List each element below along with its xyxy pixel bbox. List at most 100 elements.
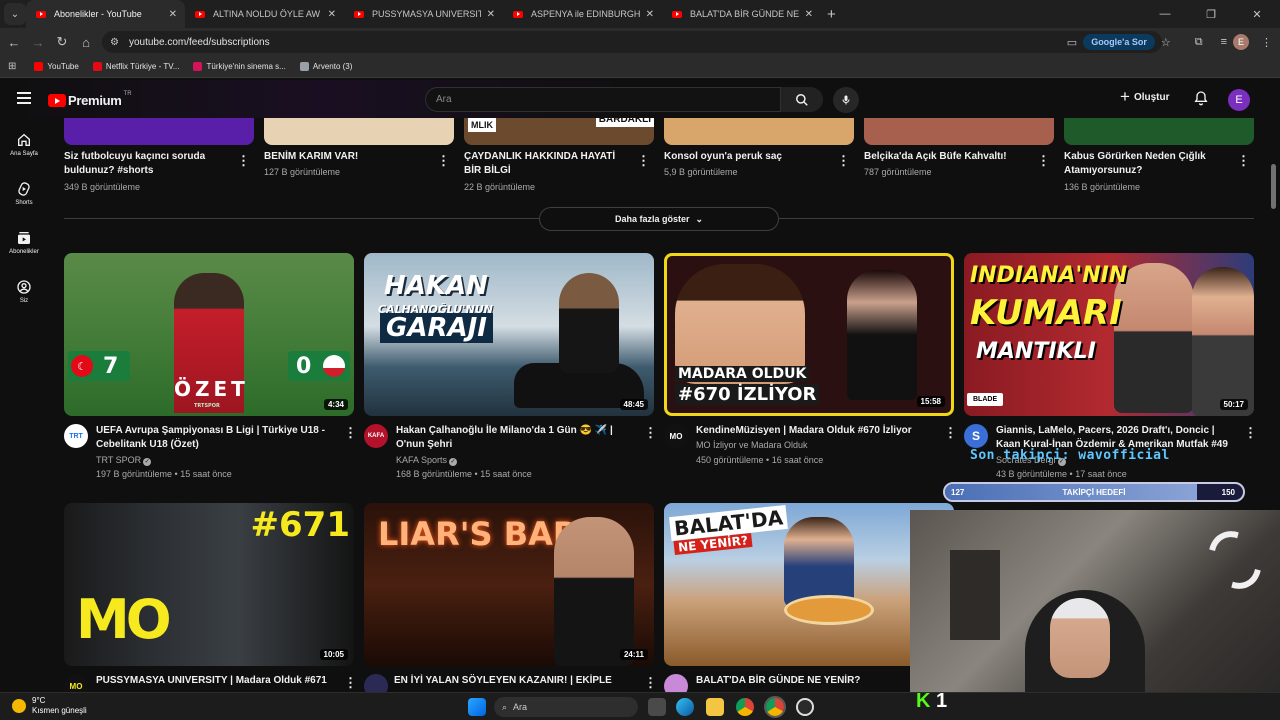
video-thumbnail[interactable]: ☾ 7 0 ÖZET TRTSPOR 4:34 — [64, 253, 354, 416]
new-tab-icon[interactable]: + — [827, 6, 836, 23]
edge-icon[interactable] — [676, 698, 694, 716]
site-info-icon[interactable]: ⚙ — [110, 37, 119, 48]
address-bar[interactable]: ⚙ youtube.com/feed/subscriptions — [102, 31, 1162, 53]
channel-avatar[interactable]: MO — [664, 424, 688, 448]
search-input[interactable]: Ara — [425, 87, 781, 112]
obs-icon[interactable] — [796, 698, 814, 716]
short-thumbnail[interactable] — [1064, 118, 1254, 145]
browser-tab[interactable]: ALTINA NOLDU ÖYLE AW | Kan ✕ — [185, 0, 344, 28]
channel-avatar[interactable]: S — [964, 424, 988, 448]
sidebar-item-shorts[interactable]: Shorts — [0, 181, 48, 206]
video-thumbnail[interactable]: LIAR'S BAR 24:11 — [364, 503, 654, 666]
short-thumbnail[interactable] — [64, 118, 254, 145]
maximize-icon[interactable]: ❐ — [1188, 8, 1234, 21]
youtube-premium-logo[interactable]: Premium TR — [48, 91, 132, 108]
video-menu-icon[interactable]: ⋮ — [1244, 426, 1257, 439]
apps-grid-icon[interactable]: ⊞ — [8, 61, 16, 72]
windows-start-icon[interactable] — [468, 698, 486, 716]
cast-icon[interactable]: ▭ — [1067, 36, 1077, 49]
video-thumbnail[interactable]: MADARA OLDUK #670 İZLİYOR 15:58 — [664, 253, 954, 416]
google-sor-button[interactable]: Google'a Sor — [1083, 34, 1155, 50]
video-menu-icon[interactable]: ⋮ — [344, 676, 357, 689]
account-avatar[interactable]: E — [1228, 89, 1250, 111]
short-thumbnail[interactable]: MLIK BARDAKLI — [464, 118, 654, 145]
short-thumbnail[interactable] — [864, 118, 1054, 145]
short-title[interactable]: Konsol oyun'a peruk saç — [664, 150, 829, 164]
close-tab-icon[interactable]: ✕ — [487, 9, 495, 20]
video-title[interactable]: KendineMüzisyen | Madara Olduk #670 İzli… — [696, 424, 928, 438]
channel-name[interactable]: KAFA Sports — [396, 455, 447, 465]
reload-icon[interactable]: ↻ — [50, 34, 74, 50]
video-title[interactable]: UEFA Avrupa Şampiyonası B Ligi | Türkiye… — [96, 424, 328, 452]
forward-icon[interactable]: → — [26, 35, 50, 50]
bookmark-item[interactable]: Türkiye'nin sinema s... — [193, 62, 286, 71]
close-window-icon[interactable]: ✕ — [1234, 8, 1280, 21]
short-thumbnail[interactable] — [264, 118, 454, 145]
notifications-button[interactable] — [1193, 90, 1209, 111]
bookmark-item[interactable]: Netflix Türkiye - TV... — [92, 62, 179, 71]
minimize-icon[interactable]: — — [1142, 8, 1188, 20]
reading-list-icon[interactable]: ≡ — [1221, 36, 1227, 48]
bookmark-item[interactable]: YouTube — [34, 62, 79, 71]
short-menu-icon[interactable]: ⋮ — [237, 154, 250, 167]
file-explorer-icon[interactable] — [706, 698, 724, 716]
tab-search-dropdown-icon[interactable]: ⌄ — [4, 3, 26, 25]
short-menu-icon[interactable]: ⋮ — [437, 154, 450, 167]
channel-avatar[interactable] — [664, 674, 688, 692]
short-menu-icon[interactable]: ⋮ — [1037, 154, 1050, 167]
video-thumbnail[interactable]: HAKAN ÇALHANOĞLU'NUN GARAJI 48:45 — [364, 253, 654, 416]
channel-avatar[interactable]: TRT — [64, 424, 88, 448]
browser-tab[interactable]: Abonelikler - YouTube ✕ — [26, 0, 185, 28]
short-title[interactable]: BENİM KARIM VAR! — [264, 150, 429, 164]
video-title[interactable]: EN İYİ YALAN SÖYLEYEN KAZANIR! | EKİPLE — [394, 674, 626, 688]
sidebar-item-subscriptions[interactable]: Abonelikler — [0, 230, 48, 255]
close-tab-icon[interactable]: ✕ — [805, 9, 813, 20]
task-view-icon[interactable] — [648, 698, 666, 716]
channel-name[interactable]: MO İzliyor ve Madara Olduk — [696, 440, 808, 450]
close-tab-icon[interactable]: ✕ — [328, 9, 336, 20]
short-title[interactable]: Siz futbolcuyu kaçıncı soruda buldunuz? … — [64, 150, 229, 178]
sidebar-item-you[interactable]: Siz — [0, 279, 48, 304]
browser-tab[interactable]: BALAT'DA BİR GÜNDE NE YENİR ✕ — [662, 0, 821, 28]
channel-avatar[interactable]: MO — [64, 674, 88, 692]
short-menu-icon[interactable]: ⋮ — [837, 154, 850, 167]
create-button[interactable]: + Oluştur — [1120, 88, 1170, 105]
video-thumbnail[interactable]: MO #671 10:05 — [64, 503, 354, 666]
bookmark-item[interactable]: Arvento (3) — [299, 62, 352, 71]
video-menu-icon[interactable]: ⋮ — [344, 426, 357, 439]
channel-name[interactable]: TRT SPOR — [96, 455, 141, 465]
video-thumbnail[interactable]: INDIANA'NIN KUMARI MANTIKLI BLADE 50:17 — [964, 253, 1254, 416]
short-thumbnail[interactable] — [664, 118, 854, 145]
video-menu-icon[interactable]: ⋮ — [644, 426, 657, 439]
browser-tab[interactable]: ASPENYA ile EDINBURGH YEME ✕ — [503, 0, 662, 28]
menu-kebab-icon[interactable]: ⋮ — [1261, 36, 1272, 49]
home-icon[interactable]: ⌂ — [74, 35, 98, 50]
short-title[interactable]: Kabus Görürken Neden Çığlık Atamıyorsunu… — [1064, 150, 1229, 178]
short-title[interactable]: ÇAYDANLIK HAKKINDA HAYATİ BİR BİLGİ — [464, 150, 629, 178]
profile-avatar[interactable]: E — [1233, 34, 1249, 50]
back-icon[interactable]: ← — [2, 35, 26, 50]
browser-tab[interactable]: PUSSYMASYA UNIVERSITY | Ma ✕ — [344, 0, 503, 28]
extensions-icon[interactable]: ⧉ — [1195, 36, 1203, 49]
short-menu-icon[interactable]: ⋮ — [637, 154, 650, 167]
close-tab-icon[interactable]: ✕ — [646, 9, 654, 20]
scrollbar-thumb[interactable] — [1271, 164, 1276, 209]
search-button[interactable] — [781, 87, 823, 112]
close-tab-icon[interactable]: ✕ — [169, 9, 177, 20]
weather-widget[interactable]: 9°C Kısmen güneşli — [12, 696, 87, 716]
video-title[interactable]: PUSSYMASYA UNIVERSITY | Madara Olduk #67… — [96, 674, 328, 688]
bookmark-star-icon[interactable]: ☆ — [1161, 36, 1171, 49]
show-more-button[interactable]: Daha fazla göster ⌄ — [539, 207, 779, 231]
taskbar-search[interactable]: ⌕ Ara — [494, 697, 638, 717]
channel-avatar[interactable] — [364, 674, 388, 692]
short-menu-icon[interactable]: ⋮ — [1237, 154, 1250, 167]
video-title[interactable]: BALAT'DA BİR GÜNDE NE YENİR? — [696, 674, 928, 688]
voice-search-button[interactable] — [833, 87, 859, 113]
hamburger-menu-icon[interactable] — [17, 92, 31, 107]
short-title[interactable]: Belçika'da Açık Büfe Kahvaltı! — [864, 150, 1029, 164]
video-menu-icon[interactable]: ⋮ — [644, 676, 657, 689]
chrome-active-icon[interactable] — [764, 696, 786, 718]
channel-avatar[interactable]: KAFA — [364, 424, 388, 448]
chrome-icon[interactable] — [736, 698, 754, 716]
video-menu-icon[interactable]: ⋮ — [944, 426, 957, 439]
